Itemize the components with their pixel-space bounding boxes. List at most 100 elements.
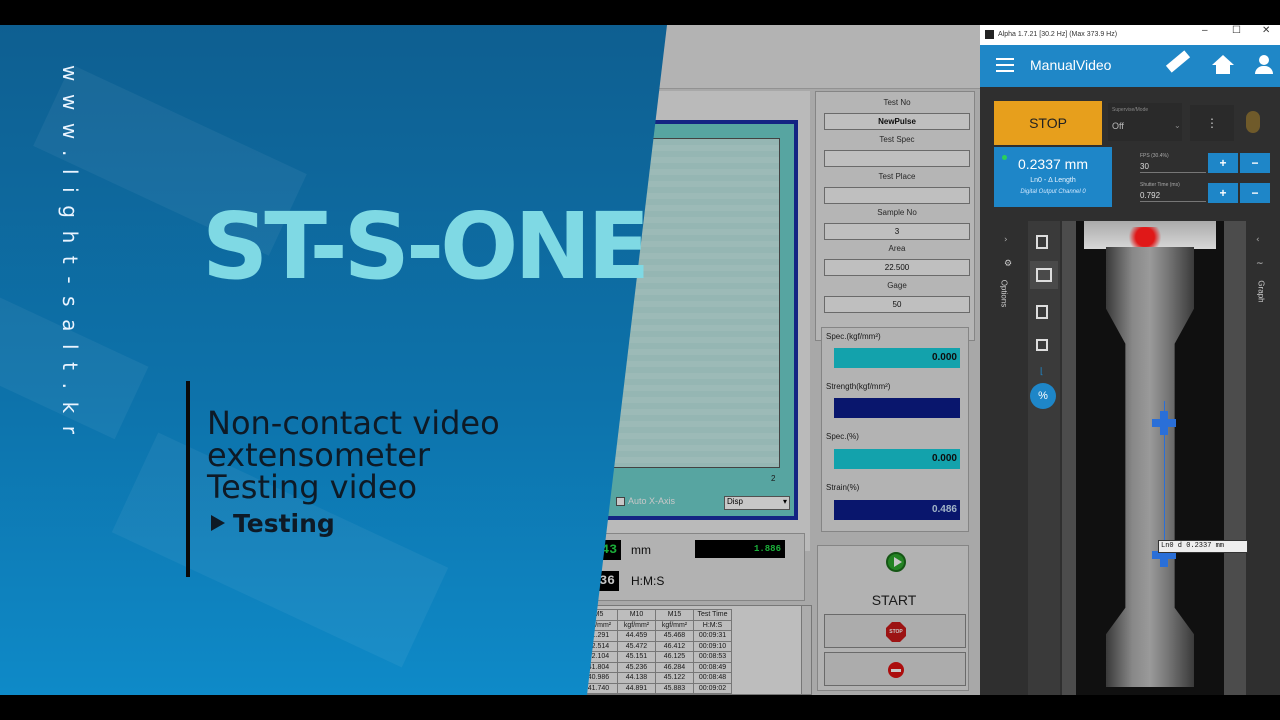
test-spec-label: Test Spec	[879, 135, 915, 144]
minimize-button[interactable]: –	[1202, 25, 1208, 36]
more-options-button[interactable]: ⋮	[1190, 105, 1234, 141]
spec-percent-value: 0.000	[834, 449, 960, 469]
stop-recording-button[interactable]: STOP	[994, 101, 1102, 145]
table-cell: 45.883	[655, 682, 694, 694]
graph-icon[interactable]: ~	[1256, 259, 1264, 269]
video-extensometer-app: Alpha 1.7.21 [30.2 Hz] (Max 373.9 Hz) – …	[980, 25, 1280, 695]
window-title: Alpha 1.7.21 [30.2 Hz] (Max 373.9 Hz)	[998, 31, 1118, 38]
fps-label: FPS (30.4%)	[1140, 153, 1169, 159]
table-cell: 45.236	[617, 661, 656, 673]
hamburger-menu-icon[interactable]	[996, 58, 1014, 72]
table-unit: kgf/mm²	[655, 619, 694, 631]
tool-strip: ⌊ %	[1028, 221, 1060, 695]
cancel-button[interactable]	[824, 652, 966, 686]
graph-tab[interactable]: Graph	[1257, 280, 1266, 302]
gage-field[interactable]: 50	[824, 296, 970, 313]
red-highlight	[1124, 227, 1166, 247]
table-cell: 44.459	[617, 630, 656, 642]
app-logo-icon	[985, 30, 994, 39]
spec-kgf-value: 0.000	[834, 348, 960, 368]
decor-shape	[33, 64, 307, 256]
table-cell: 00:09:10	[693, 640, 732, 652]
upper-marker-icon[interactable]	[1152, 411, 1176, 435]
panel-right-icon[interactable]	[1036, 305, 1048, 319]
video-frame: 2 Auto X-Axis Disp Test No NewPulse Test…	[0, 25, 1280, 695]
auto-x-axis-label: Auto X-Axis	[628, 496, 676, 506]
fps-plus-button[interactable]: +	[1208, 153, 1238, 173]
home-icon[interactable]	[1212, 55, 1234, 75]
close-button[interactable]: ✕	[1262, 25, 1270, 36]
test-spec-field[interactable]	[824, 150, 970, 167]
gage-label: Gage	[887, 281, 907, 290]
no-entry-icon	[888, 662, 904, 678]
table-cell: 00:08:49	[693, 661, 732, 673]
chevron-down-icon: ⌄	[1174, 121, 1181, 130]
fullscreen-icon[interactable]	[1036, 339, 1048, 351]
test-control-panel: START STOP	[817, 545, 969, 691]
sample-no-label: Sample No	[877, 208, 917, 217]
sample-no-field[interactable]: 3	[824, 223, 970, 240]
test-no-field[interactable]: NewPulse	[824, 113, 970, 130]
gear-icon[interactable]: ⚙	[1004, 259, 1012, 269]
test-no-label: Test No	[883, 98, 911, 107]
time-unit: H:M:S	[631, 574, 665, 588]
app-title: ManualVideo	[1030, 57, 1112, 73]
table-cell: 45.122	[655, 672, 694, 684]
table-cell: 45.472	[617, 640, 656, 652]
strain-label: Strain(%)	[826, 483, 860, 492]
table-unit: kgf/mm²	[617, 619, 656, 631]
expand-left-icon[interactable]: ›	[1004, 235, 1008, 245]
stop-button[interactable]: STOP	[824, 614, 966, 648]
chart-x-select[interactable]: Disp	[724, 496, 790, 510]
test-place-field[interactable]	[824, 187, 970, 204]
spec-kgf-label: Spec.(kgf/mm²)	[826, 332, 881, 341]
table-cell: 44.891	[617, 682, 656, 694]
shutter-label: Shutter Time (ms)	[1140, 182, 1180, 188]
camera-view[interactable]	[1062, 221, 1246, 695]
strength-value	[834, 398, 960, 418]
panel-left-icon[interactable]	[1036, 235, 1048, 249]
strain-value: 0.486	[834, 500, 960, 520]
table-header: M15	[655, 609, 694, 621]
window-titlebar: Alpha 1.7.21 [30.2 Hz] (Max 373.9 Hz) – …	[980, 25, 1280, 45]
shutter-plus-button[interactable]: +	[1208, 183, 1238, 203]
camera-frame	[1076, 221, 1224, 695]
decor-shape	[111, 432, 449, 668]
mode-dropdown-label: Supervise/Mode	[1112, 107, 1149, 113]
mode-dropdown-value: Off	[1112, 121, 1124, 131]
mode-dropdown[interactable]: Supervise/Mode Off ⌄	[1108, 103, 1182, 141]
stop-sign-icon: STOP	[886, 622, 906, 642]
tensile-specimen	[1106, 247, 1194, 687]
chart-small-icon[interactable]: ⌊	[1040, 367, 1044, 377]
auto-x-axis-checkbox[interactable]	[616, 497, 625, 506]
flashlight-icon[interactable]	[1246, 111, 1260, 133]
measurement-value: 0.2337 mm	[1017, 156, 1089, 172]
measure-tool-button[interactable]: %	[1030, 383, 1056, 409]
upper-grip	[1084, 221, 1216, 249]
start-button[interactable]: START	[818, 592, 970, 608]
options-tab[interactable]: Options	[999, 280, 1008, 308]
shutter-input[interactable]: 0.792	[1140, 191, 1206, 202]
table-cell: 45.151	[617, 651, 656, 663]
play-icon[interactable]	[886, 552, 906, 572]
table-cell: 00:08:53	[693, 651, 732, 663]
user-icon[interactable]	[1254, 55, 1274, 75]
table-cell: 46.284	[655, 661, 694, 673]
app-header: ManualVideo	[980, 45, 1280, 87]
measurement-overlay-label: Ln0 d 0.2337 mm	[1158, 540, 1248, 553]
ruler-icon[interactable]	[1165, 50, 1191, 73]
maximize-button[interactable]: ☐	[1232, 25, 1241, 36]
table-cell: 00:09:31	[693, 630, 732, 642]
area-field[interactable]: 22.500	[824, 259, 970, 276]
result-bars-panel: Spec.(kgf/mm²) 0.000 Strength(kgf/mm²) S…	[821, 327, 969, 532]
fps-minus-button[interactable]: −	[1240, 153, 1270, 173]
fps-input[interactable]: 30	[1140, 162, 1206, 173]
strength-label: Strength(kgf/mm²)	[826, 382, 891, 391]
shutter-minus-button[interactable]: −	[1240, 183, 1270, 203]
expand-right-icon[interactable]: ‹	[1256, 235, 1260, 245]
table-scrollbar[interactable]	[801, 606, 811, 694]
table-cell: 45.468	[655, 630, 694, 642]
image-icon	[1036, 268, 1052, 282]
distance-unit: mm	[631, 543, 651, 557]
test-place-label: Test Place	[878, 172, 916, 181]
